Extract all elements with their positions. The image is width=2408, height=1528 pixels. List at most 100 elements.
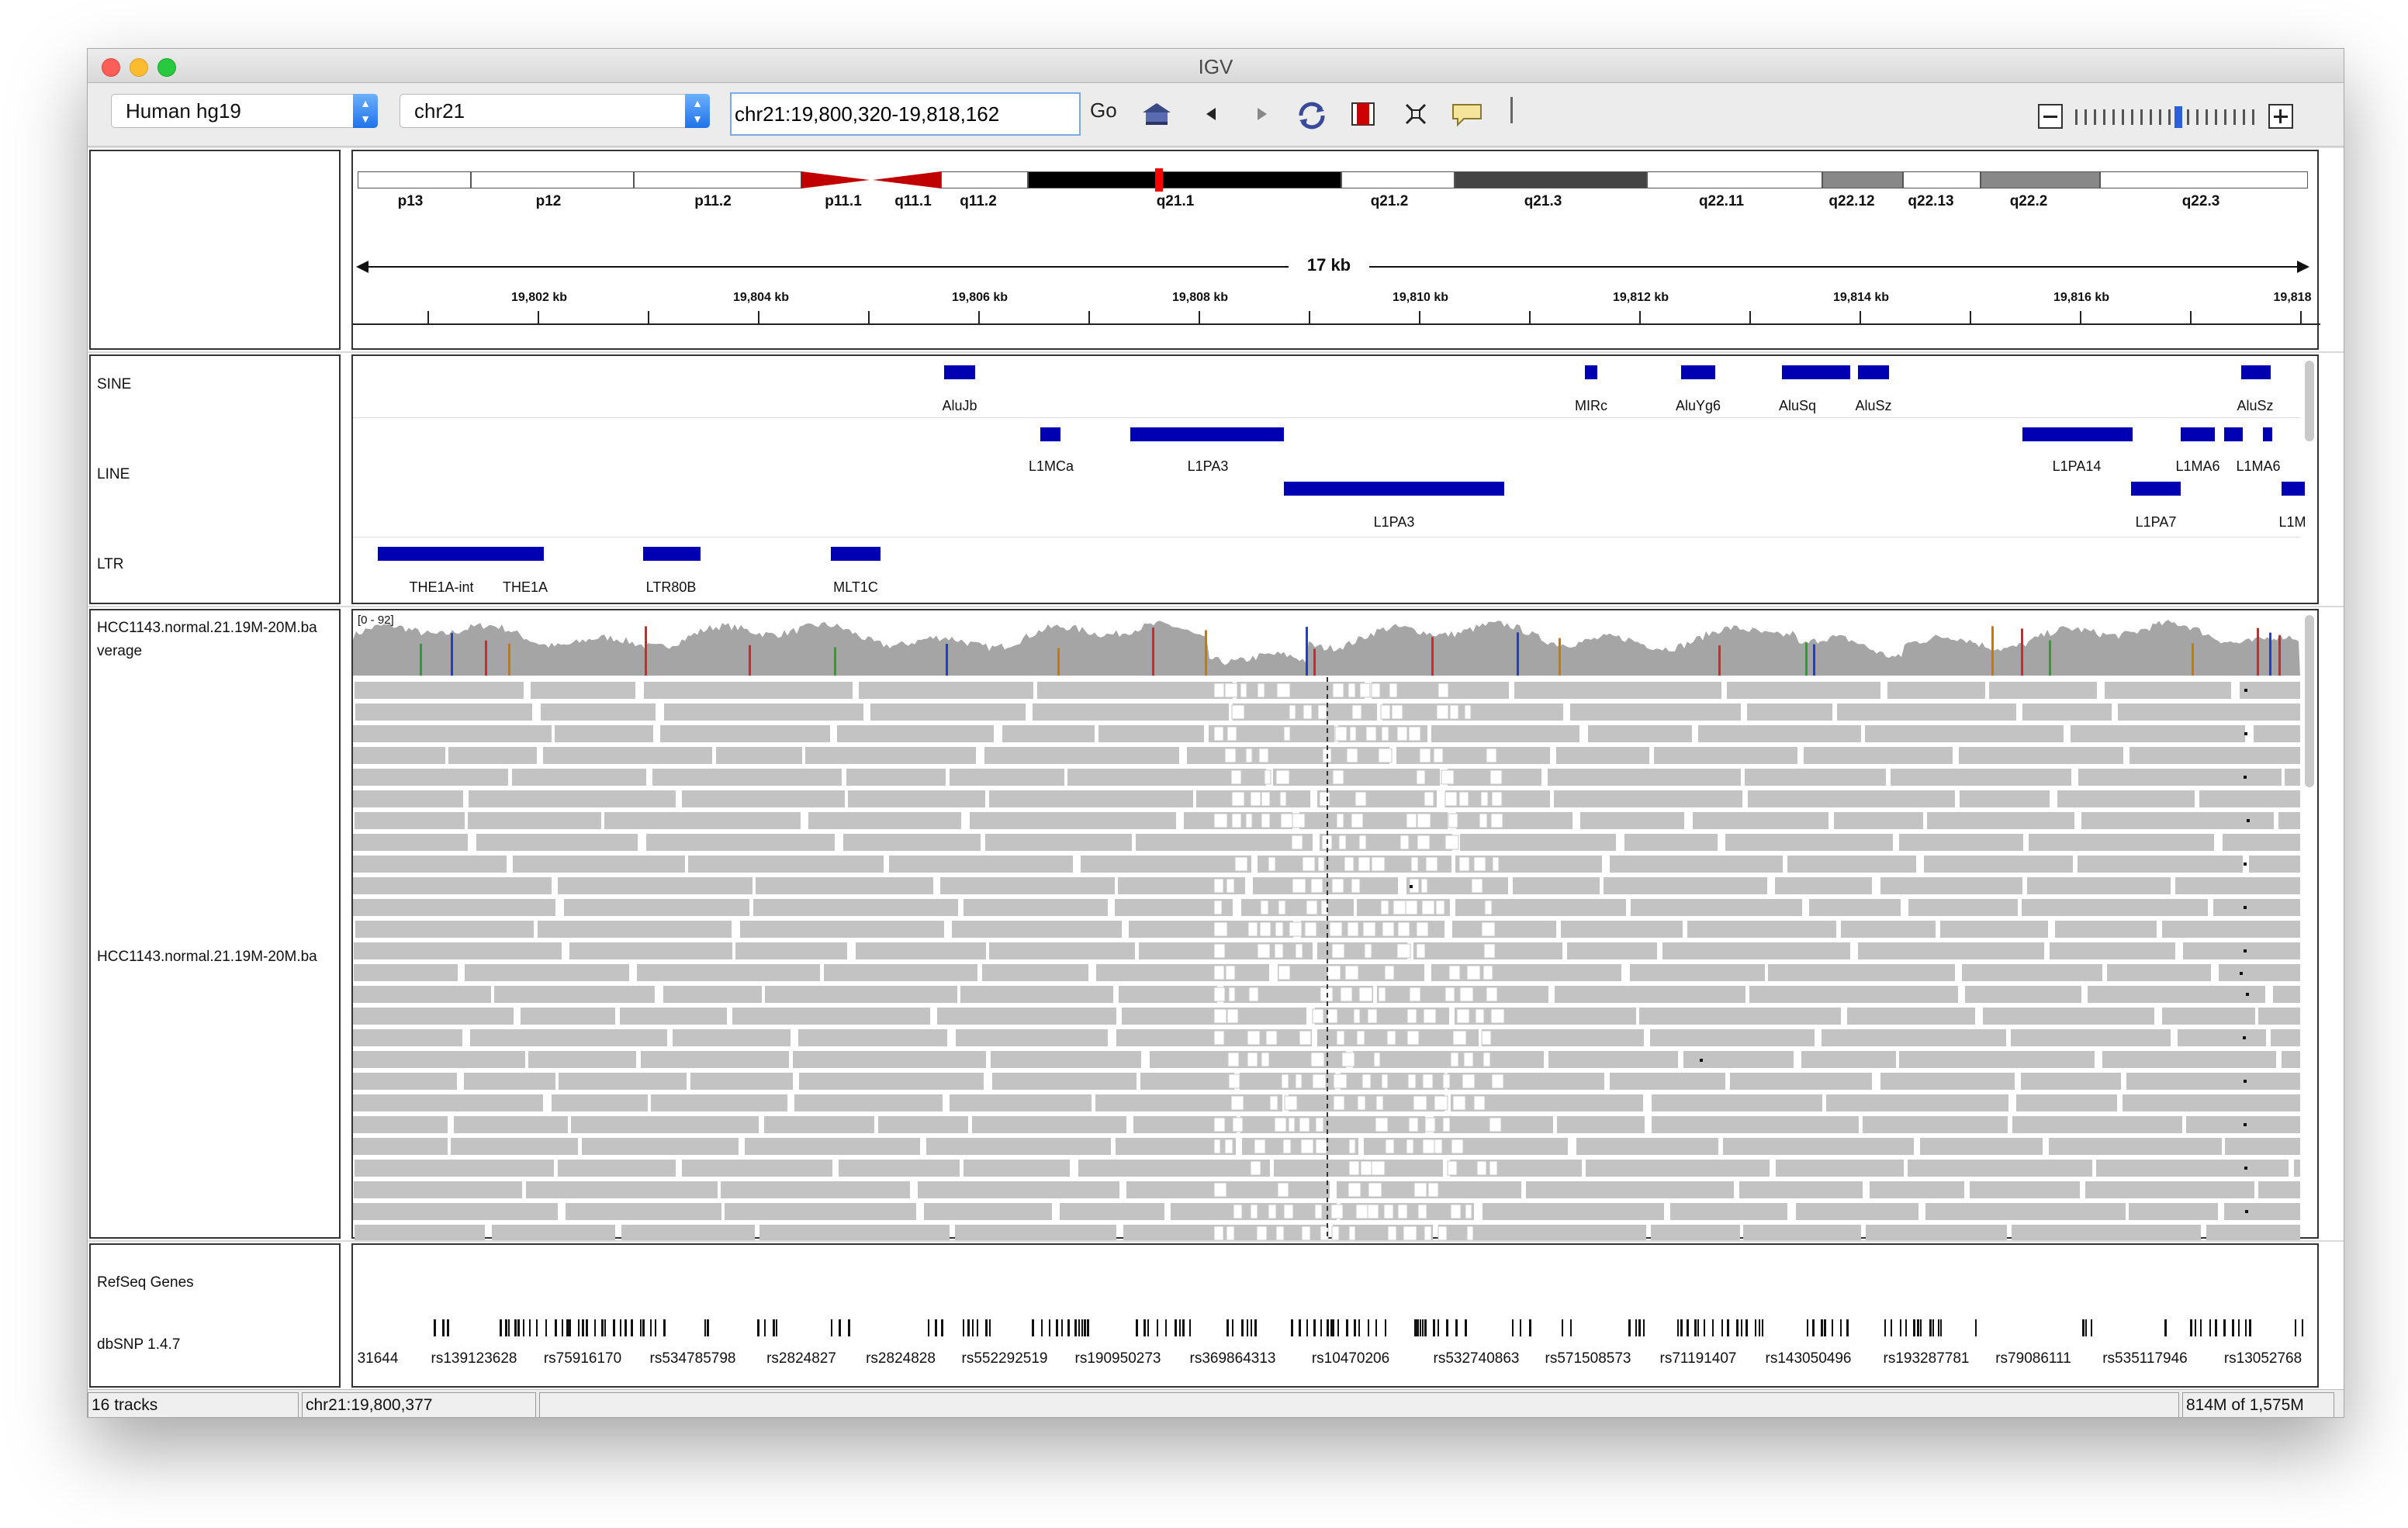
snp-feature[interactable]	[1745, 1319, 1748, 1336]
forward-button[interactable]	[1250, 100, 1273, 134]
aligned-read[interactable]	[448, 747, 537, 764]
aligned-read[interactable]	[512, 769, 646, 786]
aligned-read[interactable]	[1887, 682, 1985, 699]
aligned-read[interactable]	[878, 1116, 968, 1133]
snp-feature[interactable]	[1254, 1319, 1257, 1336]
aligned-read[interactable]	[1604, 877, 1767, 894]
aligned-read[interactable]	[2271, 1029, 2300, 1046]
snp-feature[interactable]	[594, 1319, 596, 1336]
snp-feature[interactable]	[578, 1319, 580, 1336]
snp-feature[interactable]	[1824, 1319, 1826, 1336]
repeat-feature[interactable]	[1681, 365, 1715, 379]
aligned-read[interactable]	[1556, 747, 1649, 764]
snp-feature[interactable]	[1433, 1319, 1435, 1336]
snp-feature[interactable]	[1330, 1319, 1333, 1336]
aligned-read[interactable]	[1801, 1051, 1896, 1068]
aligned-read[interactable]	[1870, 1181, 1964, 1198]
aligned-read[interactable]	[1662, 942, 1850, 959]
snp-feature[interactable]	[1446, 1319, 1448, 1336]
aligned-read[interactable]	[353, 834, 468, 851]
aligned-read[interactable]	[2294, 1160, 2300, 1177]
aligned-read[interactable]	[764, 1116, 874, 1133]
chromosome-ideogram[interactable]: p13 p12 p11.2 p11.1 q11.1 q11.2 q21.1 q2…	[353, 168, 2308, 218]
aligned-read[interactable]	[2129, 1203, 2218, 1220]
repeat-feature[interactable]	[1130, 427, 1284, 441]
track-name-line[interactable]: LINE	[97, 466, 130, 483]
aligned-read[interactable]	[1908, 1160, 2092, 1177]
aligned-read[interactable]	[950, 769, 1064, 786]
aligned-read[interactable]	[1610, 1073, 1725, 1090]
aligned-read[interactable]	[1983, 1008, 2154, 1025]
aligned-read[interactable]	[543, 747, 712, 764]
aligned-read[interactable]	[1796, 1203, 1918, 1220]
snp-feature[interactable]	[434, 1319, 436, 1336]
snp-feature[interactable]	[2190, 1319, 2192, 1336]
aligned-read[interactable]	[2085, 1181, 2254, 1198]
snp-feature[interactable]	[1570, 1319, 1572, 1336]
aligned-read[interactable]	[651, 1094, 787, 1111]
aligned-read[interactable]	[465, 964, 629, 981]
line-track[interactable]: L1MCa L1PA3 L1PA3 L1PA14 L1MA6 L1MA6 L1P…	[353, 418, 2306, 538]
reads-track-name[interactable]: HCC1143.normal.21.19M-20M.ba	[97, 949, 317, 966]
aligned-read[interactable]	[1317, 790, 1437, 807]
aligned-read[interactable]	[964, 1160, 1070, 1177]
aligned-read[interactable]	[2123, 1094, 2300, 1111]
aligned-read[interactable]	[641, 1051, 789, 1068]
snp-feature[interactable]	[1635, 1319, 1637, 1336]
snp-feature[interactable]	[1920, 1319, 1922, 1336]
aligned-read[interactable]	[721, 1181, 910, 1198]
aligned-read[interactable]	[1555, 986, 1745, 1003]
snp-feature[interactable]	[2164, 1319, 2167, 1336]
chromosome-select[interactable]: chr21 ▲ ▼	[400, 94, 710, 128]
aligned-read[interactable]	[1078, 1160, 1270, 1177]
aligned-read[interactable]	[1060, 1203, 1164, 1220]
aligned-read[interactable]	[564, 899, 749, 916]
aligned-read[interactable]	[646, 834, 835, 851]
snp-feature[interactable]	[928, 1319, 929, 1336]
aligned-read[interactable]	[1651, 1225, 1740, 1240]
snp-feature[interactable]	[831, 1319, 832, 1336]
snp-feature[interactable]	[640, 1319, 642, 1336]
aligned-read[interactable]	[1670, 1203, 1787, 1220]
aligned-read[interactable]	[569, 942, 732, 959]
aligned-read[interactable]	[2258, 1181, 2300, 1198]
snp-feature[interactable]	[650, 1319, 652, 1336]
snp-feature[interactable]	[1721, 1319, 1723, 1336]
aligned-read[interactable]	[856, 942, 986, 959]
aligned-read[interactable]	[2225, 1138, 2300, 1155]
aligned-read[interactable]	[798, 1029, 947, 1046]
snp-feature[interactable]	[704, 1319, 706, 1336]
aligned-read[interactable]	[793, 1051, 986, 1068]
sine-track[interactable]: AluJb MIRc AluYg6 AluSq AluSz AluSz	[353, 356, 2300, 418]
snp-feature[interactable]	[1465, 1319, 1467, 1336]
snp-feature[interactable]	[985, 1319, 988, 1336]
snp-feature[interactable]	[1562, 1319, 1563, 1336]
aligned-read[interactable]	[1847, 1008, 1975, 1025]
aligned-read[interactable]	[682, 790, 845, 807]
aligned-read[interactable]	[1187, 747, 1389, 764]
snp-feature[interactable]	[1677, 1319, 1679, 1336]
aligned-read[interactable]	[2016, 1094, 2117, 1111]
aligned-read[interactable]	[1965, 986, 2081, 1003]
snp-feature[interactable]	[514, 1319, 517, 1336]
snp-feature[interactable]	[941, 1319, 943, 1336]
repeat-feature[interactable]	[643, 547, 701, 561]
coverage-track-name[interactable]: HCC1143.normal.21.19M-20M.ba	[97, 620, 317, 637]
snp-feature[interactable]	[1337, 1319, 1339, 1336]
repeat-feature[interactable]	[378, 547, 544, 561]
aligned-read[interactable]	[955, 1225, 1116, 1240]
aligned-read[interactable]	[1927, 812, 2074, 829]
aligned-read[interactable]	[1482, 1029, 1644, 1046]
aligned-read[interactable]	[1452, 921, 1556, 938]
popup-behavior-button[interactable]	[1450, 100, 1484, 134]
aligned-read[interactable]	[2078, 856, 2243, 873]
aligned-read[interactable]	[528, 1051, 636, 1068]
aligned-read[interactable]	[559, 1073, 687, 1090]
snp-feature[interactable]	[967, 1319, 970, 1336]
snp-feature[interactable]	[631, 1319, 633, 1336]
snp-feature[interactable]	[757, 1319, 759, 1336]
aligned-read[interactable]	[1650, 1029, 1815, 1046]
back-button[interactable]	[1200, 100, 1223, 134]
snp-feature[interactable]	[2082, 1319, 2085, 1336]
aligned-read[interactable]	[2105, 682, 2231, 699]
